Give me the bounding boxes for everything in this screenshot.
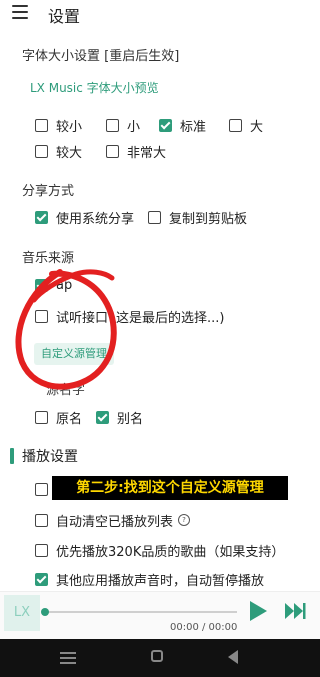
checkbox-checked[interactable]: [35, 210, 48, 224]
source-name-label: 源名字: [46, 383, 86, 398]
checkbox[interactable]: [35, 118, 48, 132]
playback-option-auto-pause[interactable]: 其他应用播放声音时，自动暂停播放: [35, 569, 264, 589]
custom-source-manage-button[interactable]: 自定义源管理: [34, 343, 114, 365]
option-label: 标准: [180, 119, 207, 135]
checkbox[interactable]: [35, 482, 48, 496]
font-size-option-standard[interactable]: 标准: [159, 115, 206, 135]
font-size-preview: LX Music 字体大小预览: [30, 81, 159, 95]
home-icon[interactable]: [151, 650, 163, 662]
checkbox[interactable]: [106, 144, 119, 158]
checkbox[interactable]: [35, 513, 48, 527]
font-size-option-small[interactable]: 小: [106, 115, 140, 135]
progress-track[interactable]: [45, 611, 237, 613]
option-label: 使用系统分享: [56, 211, 135, 227]
option-label: 较大: [56, 145, 83, 161]
font-size-option-larger[interactable]: 较大: [35, 141, 82, 161]
option-label: 非常大: [127, 145, 167, 161]
progress-thumb[interactable]: [41, 608, 49, 616]
source-name-option-original[interactable]: 原名: [35, 407, 82, 427]
tutorial-caption: 第二步:找到这个自定义源管理: [52, 476, 288, 500]
font-size-option-smaller[interactable]: 较小: [35, 115, 82, 135]
checkbox-checked[interactable]: [159, 118, 172, 132]
font-size-option-huge[interactable]: 非常大: [106, 141, 166, 161]
player-logo[interactable]: LX: [4, 595, 40, 631]
checkbox-checked[interactable]: [35, 572, 48, 586]
option-label: 小: [127, 119, 141, 135]
option-label: 大: [250, 119, 264, 135]
option-label: 试听接口: [56, 310, 109, 326]
checkbox-checked[interactable]: [96, 410, 109, 424]
player-bar: [0, 591, 320, 640]
info-icon[interactable]: ?: [178, 514, 191, 526]
share-label: 分享方式: [22, 184, 75, 199]
playback-section-title: 播放设置: [22, 449, 78, 465]
checkbox[interactable]: [35, 309, 48, 323]
page-title: 设置: [48, 7, 81, 26]
option-label: 原名: [56, 411, 83, 427]
option-label: 别名: [117, 411, 144, 427]
option-label: 自动清空已播放列表: [56, 514, 174, 530]
playback-option-auto-clear[interactable]: 自动清空已播放列表 ?: [35, 510, 191, 530]
music-source-option-2[interactable]: 试听接口 这是最后的选择...): [35, 306, 225, 326]
play-icon[interactable]: [246, 599, 270, 623]
option-label: 其他应用播放声音时，自动暂停播放: [56, 573, 265, 589]
player-time: 00:00 / 00:00: [170, 622, 238, 633]
option-note: 这是最后的选择...): [116, 310, 225, 326]
checkbox[interactable]: [106, 118, 119, 132]
option-label: ap: [56, 277, 73, 293]
section-accent-bar: [10, 448, 14, 464]
checkbox[interactable]: [148, 210, 161, 224]
share-option-clipboard[interactable]: 复制到剪贴板: [148, 207, 247, 227]
share-option-system[interactable]: 使用系统分享: [35, 207, 134, 227]
font-size-label: 字体大小设置 [重启后生效]: [22, 49, 180, 64]
checkbox[interactable]: [229, 118, 242, 132]
font-size-option-large[interactable]: 大: [229, 115, 263, 135]
checkbox[interactable]: [35, 144, 48, 158]
option-label: 复制到剪贴板: [169, 211, 248, 227]
recent-apps-icon[interactable]: [60, 652, 76, 664]
checkbox[interactable]: [35, 410, 48, 424]
checkbox-checked[interactable]: [35, 278, 48, 292]
next-track-icon[interactable]: [284, 601, 306, 621]
playback-option-320k[interactable]: 优先播放320K品质的歌曲（如果支持）: [35, 540, 284, 560]
checkbox[interactable]: [35, 543, 48, 557]
back-icon[interactable]: [228, 650, 238, 664]
option-label: 较小: [56, 119, 83, 135]
music-source-option-1[interactable]: ap: [35, 275, 72, 295]
option-label: 优先播放320K品质的歌曲（如果支持）: [56, 544, 285, 560]
menu-icon[interactable]: [12, 5, 28, 19]
music-source-label: 音乐来源: [22, 251, 75, 266]
source-name-option-alias[interactable]: 别名: [96, 407, 143, 427]
